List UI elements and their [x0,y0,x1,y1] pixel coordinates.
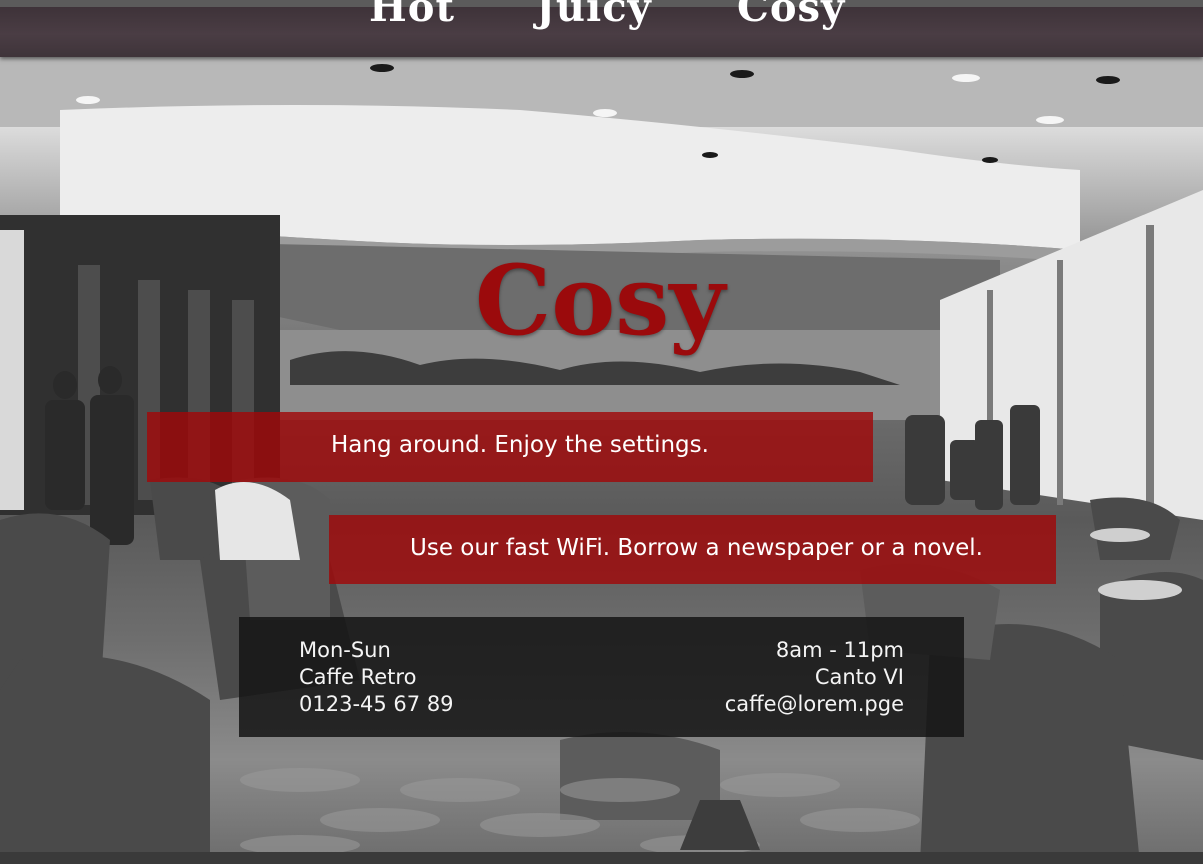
phone-number[interactable]: 0123-45 67 89 [299,691,454,718]
tagline-text-2: Use our fast WiFi. Borrow a newspaper or… [410,535,983,561]
cafe-name: Caffe Retro [299,665,417,689]
nav-item-juicy[interactable]: Juicy [536,0,652,31]
bottom-bar [0,852,1203,864]
tagline-band-1: Hang around. Enjoy the settings. [147,412,873,482]
contact-info-box: Mon-Sun Caffe Retro 0123-45 67 89 8am - … [239,617,964,737]
top-nav-bar: Hot Juicy Cosy [0,0,1203,57]
hero-title: Cosy [474,244,726,357]
address: Canto VI [814,665,904,689]
info-left-column: Mon-Sun Caffe Retro 0123-45 67 89 [299,637,454,718]
info-right-column: 8am - 11pm Canto VI caffe@lorem.pge [725,637,904,718]
nav-item-cosy[interactable]: Cosy [737,0,845,31]
opening-hours: 8am - 11pm [775,638,904,662]
tagline-text-1: Hang around. Enjoy the settings. [331,432,709,458]
page: Hot Juicy Cosy Cosy Hang around. Enjoy t… [0,0,1203,864]
email-link[interactable]: caffe@lorem.pge [725,691,904,718]
opening-days: Mon-Sun [299,638,391,662]
tagline-band-2: Use our fast WiFi. Borrow a newspaper or… [329,515,1056,584]
nav-item-hot[interactable]: Hot [369,0,455,31]
